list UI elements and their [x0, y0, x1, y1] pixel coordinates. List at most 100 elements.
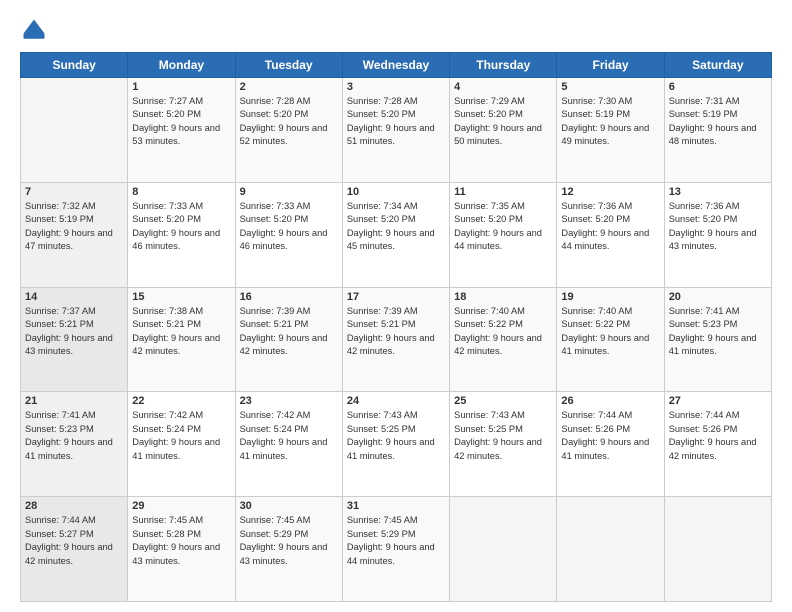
calendar-week-row: 1 Sunrise: 7:27 AMSunset: 5:20 PMDaylight… [21, 78, 772, 183]
day-number: 8 [132, 186, 230, 198]
day-info: Sunrise: 7:30 AMSunset: 5:19 PMDaylight:… [561, 95, 659, 149]
day-number: 7 [25, 186, 123, 198]
calendar-day-cell: 20 Sunrise: 7:41 AMSunset: 5:23 PMDayligh… [664, 287, 771, 392]
day-info: Sunrise: 7:37 AMSunset: 5:21 PMDaylight:… [25, 305, 123, 359]
day-number: 22 [132, 395, 230, 407]
calendar-header-day: Sunday [21, 53, 128, 78]
day-number: 21 [25, 395, 123, 407]
day-info: Sunrise: 7:27 AMSunset: 5:20 PMDaylight:… [132, 95, 230, 149]
calendar-header-day: Thursday [450, 53, 557, 78]
day-number: 24 [347, 395, 445, 407]
day-number: 29 [132, 500, 230, 512]
calendar-header-day: Wednesday [342, 53, 449, 78]
calendar-header-day: Saturday [664, 53, 771, 78]
calendar-day-cell: 2 Sunrise: 7:28 AMSunset: 5:20 PMDaylight… [235, 78, 342, 183]
page: SundayMondayTuesdayWednesdayThursdayFrid… [0, 0, 792, 612]
calendar-day-cell: 21 Sunrise: 7:41 AMSunset: 5:23 PMDayligh… [21, 392, 128, 497]
calendar-day-cell [450, 497, 557, 602]
logo-icon [20, 16, 48, 44]
day-info: Sunrise: 7:42 AMSunset: 5:24 PMDaylight:… [240, 409, 338, 463]
calendar-day-cell: 4 Sunrise: 7:29 AMSunset: 5:20 PMDaylight… [450, 78, 557, 183]
calendar-day-cell: 28 Sunrise: 7:44 AMSunset: 5:27 PMDayligh… [21, 497, 128, 602]
day-number: 26 [561, 395, 659, 407]
day-number: 16 [240, 291, 338, 303]
day-info: Sunrise: 7:32 AMSunset: 5:19 PMDaylight:… [25, 200, 123, 254]
day-number: 15 [132, 291, 230, 303]
calendar-day-cell: 14 Sunrise: 7:37 AMSunset: 5:21 PMDayligh… [21, 287, 128, 392]
day-info: Sunrise: 7:44 AMSunset: 5:26 PMDaylight:… [669, 409, 767, 463]
day-info: Sunrise: 7:45 AMSunset: 5:28 PMDaylight:… [132, 514, 230, 568]
calendar-week-row: 14 Sunrise: 7:37 AMSunset: 5:21 PMDayligh… [21, 287, 772, 392]
calendar-day-cell: 1 Sunrise: 7:27 AMSunset: 5:20 PMDaylight… [128, 78, 235, 183]
calendar-day-cell: 15Sunrise: 7:38 AMSunset: 5:21 PMDayligh… [128, 287, 235, 392]
day-info: Sunrise: 7:35 AMSunset: 5:20 PMDaylight:… [454, 200, 552, 254]
calendar-day-cell: 11 Sunrise: 7:35 AMSunset: 5:20 PMDayligh… [450, 182, 557, 287]
day-number: 23 [240, 395, 338, 407]
day-info: Sunrise: 7:45 AMSunset: 5:29 PMDaylight:… [347, 514, 445, 568]
day-number: 13 [669, 186, 767, 198]
calendar-day-cell: 16 Sunrise: 7:39 AMSunset: 5:21 PMDayligh… [235, 287, 342, 392]
day-info: Sunrise: 7:29 AMSunset: 5:20 PMDaylight:… [454, 95, 552, 149]
calendar-day-cell: 26 Sunrise: 7:44 AMSunset: 5:26 PMDayligh… [557, 392, 664, 497]
calendar-day-cell: 13 Sunrise: 7:36 AMSunset: 5:20 PMDayligh… [664, 182, 771, 287]
calendar-table: SundayMondayTuesdayWednesdayThursdayFrid… [20, 52, 772, 602]
calendar-day-cell: 8 Sunrise: 7:33 AMSunset: 5:20 PMDaylight… [128, 182, 235, 287]
day-info: Sunrise: 7:36 AMSunset: 5:20 PMDaylight:… [561, 200, 659, 254]
calendar-day-cell: 22 Sunrise: 7:42 AMSunset: 5:24 PMDayligh… [128, 392, 235, 497]
calendar-day-cell: 25 Sunrise: 7:43 AMSunset: 5:25 PMDayligh… [450, 392, 557, 497]
day-number: 11 [454, 186, 552, 198]
day-number: 27 [669, 395, 767, 407]
calendar-day-cell: 3 Sunrise: 7:28 AMSunset: 5:20 PMDaylight… [342, 78, 449, 183]
day-info: Sunrise: 7:33 AMSunset: 5:20 PMDaylight:… [132, 200, 230, 254]
day-number: 28 [25, 500, 123, 512]
day-number: 30 [240, 500, 338, 512]
day-number: 25 [454, 395, 552, 407]
day-info: Sunrise: 7:28 AMSunset: 5:20 PMDaylight:… [347, 95, 445, 149]
calendar-day-cell: 31 Sunrise: 7:45 AMSunset: 5:29 PMDayligh… [342, 497, 449, 602]
calendar-week-row: 21 Sunrise: 7:41 AMSunset: 5:23 PMDayligh… [21, 392, 772, 497]
day-info: Sunrise: 7:41 AMSunset: 5:23 PMDaylight:… [669, 305, 767, 359]
header [20, 16, 772, 44]
calendar-day-cell: 30Sunrise: 7:45 AMSunset: 5:29 PMDayligh… [235, 497, 342, 602]
day-number: 10 [347, 186, 445, 198]
calendar-day-cell: 19 Sunrise: 7:40 AMSunset: 5:22 PMDayligh… [557, 287, 664, 392]
calendar-week-row: 28 Sunrise: 7:44 AMSunset: 5:27 PMDayligh… [21, 497, 772, 602]
day-number: 5 [561, 81, 659, 93]
day-info: Sunrise: 7:39 AMSunset: 5:21 PMDaylight:… [347, 305, 445, 359]
day-number: 9 [240, 186, 338, 198]
day-number: 20 [669, 291, 767, 303]
calendar-day-cell: 10Sunrise: 7:34 AMSunset: 5:20 PMDayligh… [342, 182, 449, 287]
day-number: 18 [454, 291, 552, 303]
day-number: 1 [132, 81, 230, 93]
calendar-day-cell: 6Sunrise: 7:31 AMSunset: 5:19 PMDaylight… [664, 78, 771, 183]
calendar-day-cell: 5 Sunrise: 7:30 AMSunset: 5:19 PMDaylight… [557, 78, 664, 183]
day-number: 14 [25, 291, 123, 303]
calendar-header-day: Monday [128, 53, 235, 78]
day-number: 4 [454, 81, 552, 93]
day-info: Sunrise: 7:40 AMSunset: 5:22 PMDaylight:… [561, 305, 659, 359]
day-info: Sunrise: 7:36 AMSunset: 5:20 PMDaylight:… [669, 200, 767, 254]
calendar-day-cell: 17Sunrise: 7:39 AMSunset: 5:21 PMDayligh… [342, 287, 449, 392]
day-number: 31 [347, 500, 445, 512]
day-number: 12 [561, 186, 659, 198]
calendar-day-cell [21, 78, 128, 183]
day-number: 6 [669, 81, 767, 93]
calendar-day-cell: 24 Sunrise: 7:43 AMSunset: 5:25 PMDayligh… [342, 392, 449, 497]
day-number: 3 [347, 81, 445, 93]
calendar-week-row: 7 Sunrise: 7:32 AMSunset: 5:19 PMDaylight… [21, 182, 772, 287]
day-info: Sunrise: 7:43 AMSunset: 5:25 PMDaylight:… [454, 409, 552, 463]
day-info: Sunrise: 7:44 AMSunset: 5:26 PMDaylight:… [561, 409, 659, 463]
day-number: 2 [240, 81, 338, 93]
day-info: Sunrise: 7:39 AMSunset: 5:21 PMDaylight:… [240, 305, 338, 359]
calendar-day-cell: 23 Sunrise: 7:42 AMSunset: 5:24 PMDayligh… [235, 392, 342, 497]
day-info: Sunrise: 7:44 AMSunset: 5:27 PMDaylight:… [25, 514, 123, 568]
calendar-header-row: SundayMondayTuesdayWednesdayThursdayFrid… [21, 53, 772, 78]
day-info: Sunrise: 7:28 AMSunset: 5:20 PMDaylight:… [240, 95, 338, 149]
calendar-header-day: Friday [557, 53, 664, 78]
calendar-day-cell: 18Sunrise: 7:40 AMSunset: 5:22 PMDayligh… [450, 287, 557, 392]
day-info: Sunrise: 7:42 AMSunset: 5:24 PMDaylight:… [132, 409, 230, 463]
day-info: Sunrise: 7:41 AMSunset: 5:23 PMDaylight:… [25, 409, 123, 463]
calendar-day-cell: 7 Sunrise: 7:32 AMSunset: 5:19 PMDaylight… [21, 182, 128, 287]
day-info: Sunrise: 7:43 AMSunset: 5:25 PMDaylight:… [347, 409, 445, 463]
day-number: 19 [561, 291, 659, 303]
